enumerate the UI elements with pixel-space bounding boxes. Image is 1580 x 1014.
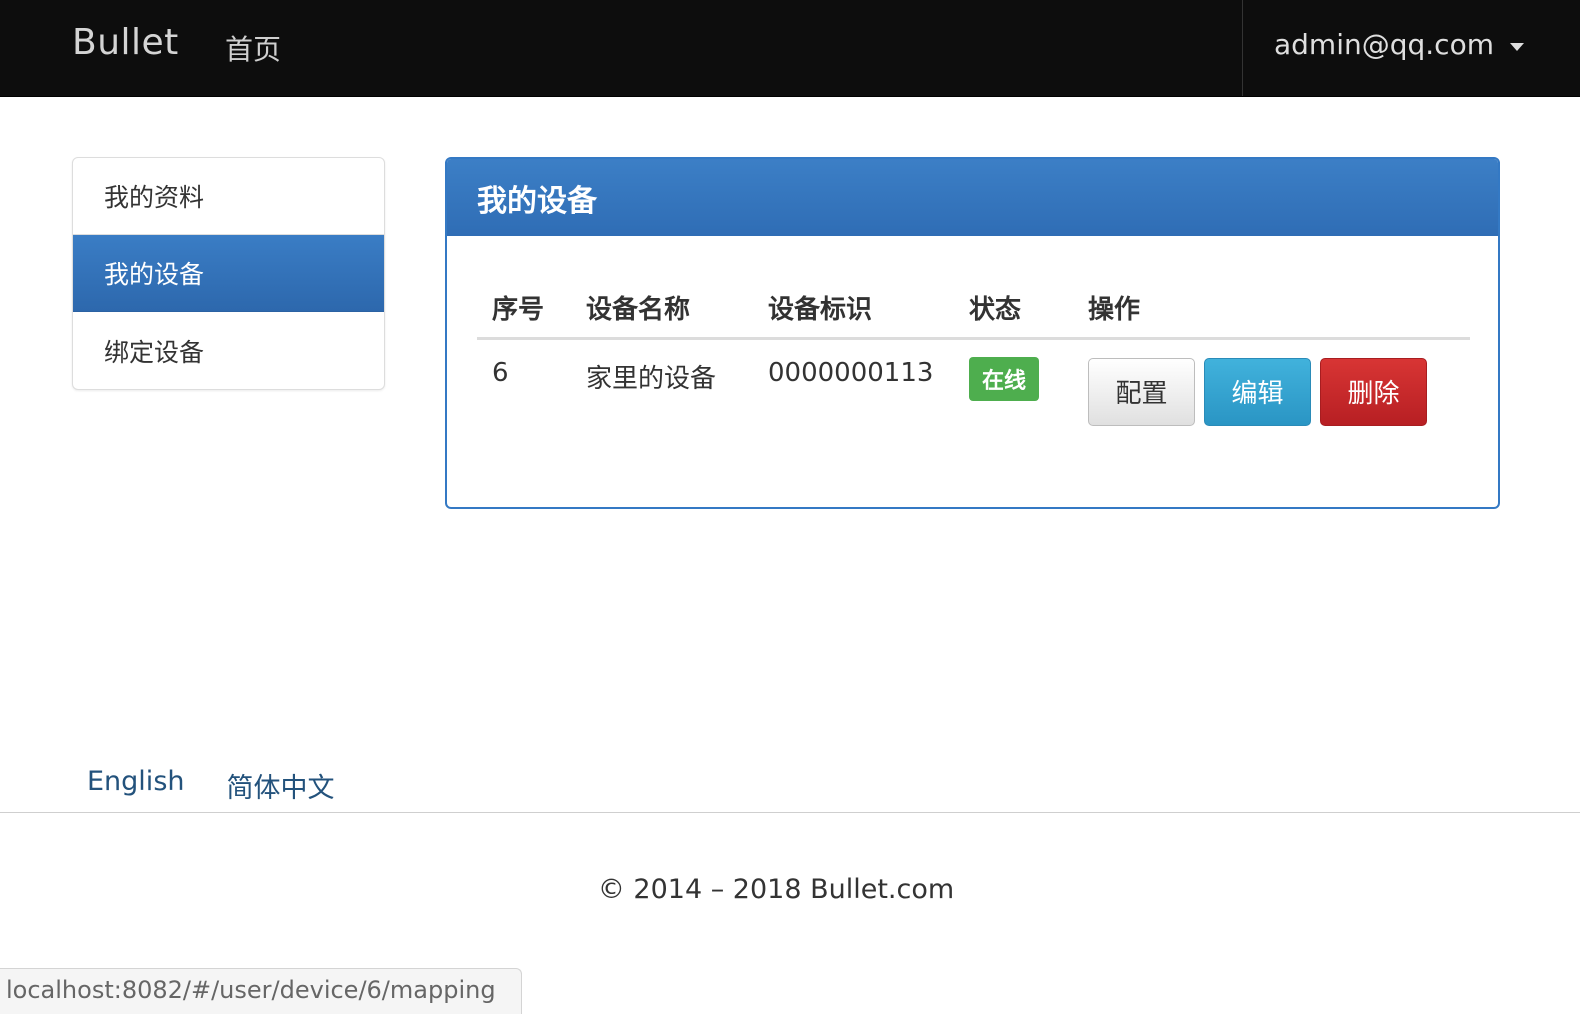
table-header-row: 序号 设备名称 设备标识 状态 操作	[477, 278, 1470, 340]
panel-title: 我的设备	[447, 159, 1498, 236]
language-english-link[interactable]: English	[87, 766, 185, 805]
config-button[interactable]: 配置	[1088, 357, 1195, 426]
cell-device-identifier: 0000000113	[768, 357, 934, 388]
column-header-identifier: 设备标识	[753, 278, 954, 340]
user-email: admin@qq.com	[1274, 28, 1494, 61]
cell-device-name: 家里的设备	[586, 363, 717, 394]
table-row: 6 家里的设备 0000000113 在线 配置 编辑 删除	[477, 338, 1470, 434]
brand-logo-link[interactable]: Bullet	[72, 22, 179, 63]
top-navbar: Bullet 首页 admin@qq.com	[0, 0, 1580, 97]
column-header-status: 状态	[954, 278, 1073, 340]
delete-button[interactable]: 删除	[1320, 357, 1427, 426]
navbar-divider	[1242, 0, 1243, 96]
cell-actions: 配置 编辑 删除	[1073, 338, 1470, 434]
sidebar-item-label: 绑定设备	[104, 337, 205, 367]
column-header-actions: 操作	[1073, 278, 1470, 340]
devices-table: 序号 设备名称 设备标识 状态 操作 6 家里的设备 0000000113 在线	[477, 278, 1470, 434]
sidebar-item-my-devices[interactable]: 我的设备	[73, 235, 384, 312]
caret-down-icon	[1509, 42, 1524, 51]
sidebar-item-my-profile[interactable]: 我的资料	[73, 158, 384, 235]
sidebar-item-bind-device[interactable]: 绑定设备	[73, 312, 384, 389]
devices-panel: 我的设备 序号 设备名称 设备标识 状态 操作 6 家里的设备 00000001…	[445, 157, 1500, 509]
sidebar-item-label: 我的设备	[104, 260, 205, 289]
link-preview-status-bar: localhost:8082/#/user/device/6/mapping	[0, 968, 522, 1014]
sidebar-item-label: 我的资料	[104, 183, 205, 212]
copyright-text: © 2014 – 2018 Bullet.com	[597, 874, 955, 905]
user-dropdown-toggle[interactable]: admin@qq.com	[1274, 28, 1524, 61]
language-chinese-link[interactable]: 简体中文	[227, 766, 335, 805]
row-actions: 配置 编辑 删除	[1088, 357, 1470, 426]
column-header-name: 设备名称	[571, 278, 753, 340]
nav-home-link[interactable]: 首页	[225, 28, 281, 68]
edit-button[interactable]: 编辑	[1204, 357, 1311, 426]
column-header-no: 序号	[477, 278, 571, 340]
footer-divider	[0, 812, 1580, 813]
sidebar-menu: 我的资料 我的设备 绑定设备	[72, 157, 385, 390]
cell-status: 在线	[954, 338, 1073, 434]
status-badge: 在线	[969, 356, 1040, 401]
cell-no: 6	[492, 357, 509, 388]
language-switcher: English 简体中文	[87, 766, 335, 805]
